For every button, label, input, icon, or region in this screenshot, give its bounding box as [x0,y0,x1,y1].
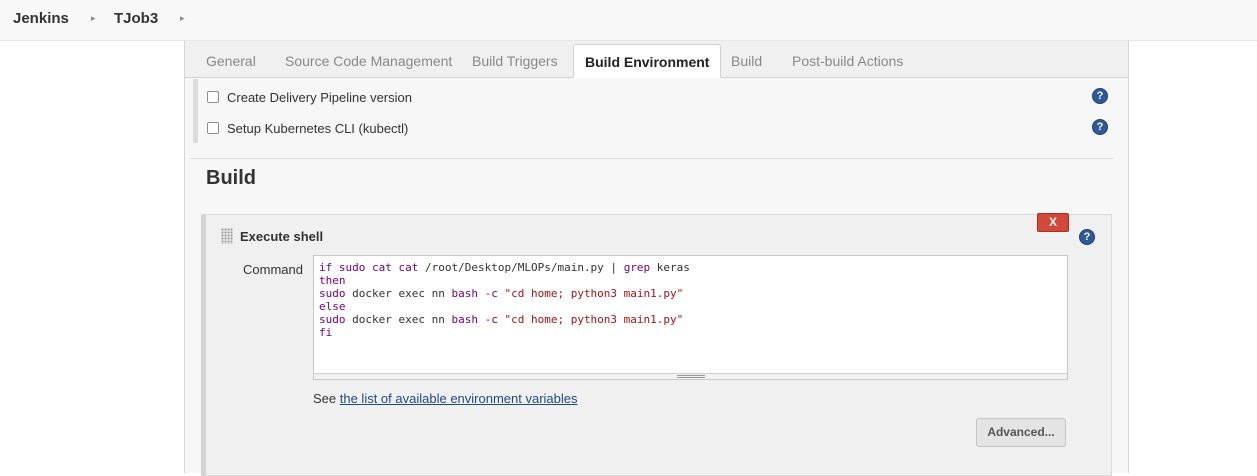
delete-step-button[interactable]: X [1037,213,1069,232]
help-icon[interactable]: ? [1092,88,1108,104]
option-delivery-pipeline[interactable]: Create Delivery Pipeline version [207,88,412,106]
breadcrumb-jenkins[interactable]: Jenkins [13,10,69,27]
chevron-right-icon[interactable]: ▸ [91,13,96,24]
breadcrumb: Jenkins ▸ TJob3 ▸ [0,0,1257,41]
job-config-panel: General Source Code Management Build Tri… [184,41,1129,476]
env-vars-note: See the list of available environment va… [313,391,578,406]
breadcrumb-job[interactable]: TJob3 [114,10,158,27]
help-icon[interactable]: ? [1092,119,1108,135]
env-vars-prefix: See [313,391,340,406]
resize-grip-icon[interactable] [677,375,705,378]
command-textarea[interactable]: if sudo cat cat /root/Desktop/MLOPs/main… [313,255,1068,380]
tab-general[interactable]: General [206,53,256,69]
section-indent-bar [193,79,198,143]
advanced-button[interactable]: Advanced... [976,418,1066,447]
execute-shell-step: Execute shell X ? Command if sudo cat ca… [201,213,1112,476]
kubernetes-cli-checkbox[interactable] [207,122,219,134]
section-divider [190,158,1114,159]
step-title: Execute shell [240,229,324,244]
command-code[interactable]: if sudo cat cat /root/Desktop/MLOPs/main… [319,261,690,339]
tab-source-code-management[interactable]: Source Code Management [285,53,452,69]
option-kubernetes-cli[interactable]: Setup Kubernetes CLI (kubectl) [207,119,408,137]
tab-build-triggers[interactable]: Build Triggers [472,53,558,69]
command-label: Command [243,262,303,277]
tab-post-build-actions[interactable]: Post-build Actions [792,53,903,69]
tab-build-environment[interactable]: Build Environment [573,44,722,78]
delivery-pipeline-label: Create Delivery Pipeline version [227,89,412,105]
help-icon[interactable]: ? [1079,229,1095,245]
drag-handle-icon[interactable] [221,228,233,244]
kubernetes-cli-label: Setup Kubernetes CLI (kubectl) [227,120,409,136]
env-vars-link[interactable]: the list of available environment variab… [340,391,578,406]
delivery-pipeline-checkbox[interactable] [207,91,219,103]
chevron-right-icon[interactable]: ▸ [180,13,185,24]
config-tabbar: General Source Code Management Build Tri… [185,41,1128,78]
tab-build[interactable]: Build [731,53,762,69]
build-section-heading: Build [206,167,256,189]
textarea-resize-bar[interactable] [314,373,1067,379]
